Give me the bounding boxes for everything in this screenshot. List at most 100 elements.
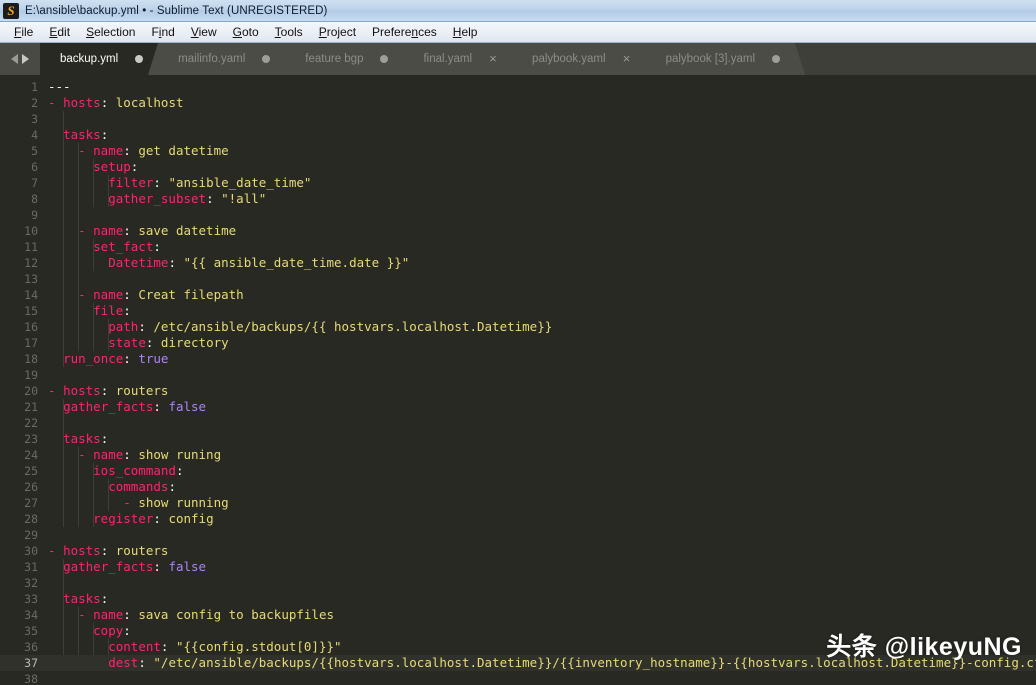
code-line-6[interactable]: 6 setup:	[0, 159, 1036, 175]
code-line-27[interactable]: 27 - show running	[0, 495, 1036, 511]
code-editor[interactable]: 1 --- 2 - hosts: localhost 3 4 tasks: 5 - name…	[0, 75, 1036, 685]
menu-item-view[interactable]: View	[183, 24, 225, 40]
chevron-right-icon[interactable]	[22, 54, 29, 64]
tab-label: final.yaml	[423, 53, 473, 65]
tab-bar: backup.yml mailinfo.yaml feature bgp final.…	[0, 43, 1036, 75]
menu-item-project[interactable]: Project	[311, 24, 364, 40]
chevron-left-icon[interactable]	[11, 54, 18, 64]
line-content: copy:	[93, 623, 131, 638]
line-number: 8	[31, 192, 38, 206]
line-content: file:	[93, 303, 131, 318]
menu-item-file[interactable]: File	[6, 24, 41, 40]
code-line-25[interactable]: 25 ios_command:	[0, 463, 1036, 479]
line-number: 24	[24, 448, 38, 462]
line-number: 37	[24, 656, 38, 670]
tab-label: palybook [3].yaml	[665, 53, 756, 65]
code-line-31[interactable]: 31 gather_facts: false	[0, 559, 1036, 575]
code-line-14[interactable]: 14 - name: Creat filepath	[0, 287, 1036, 303]
menu-item-edit[interactable]: Edit	[41, 24, 78, 40]
tab-dirty-dot-icon[interactable]	[378, 53, 390, 65]
tab-close-icon[interactable]: ×	[621, 52, 633, 65]
code-line-2[interactable]: 2 - hosts: localhost	[0, 95, 1036, 111]
tab-dirty-dot-icon[interactable]	[260, 53, 272, 65]
tab-feature-bgp[interactable]: feature bgp	[275, 43, 414, 75]
code-line-12[interactable]: 12 Datetime: "{{ ansible_date_time.date …	[0, 255, 1036, 271]
tab-backup-yml[interactable]: backup.yml	[40, 43, 169, 75]
line-number: 30	[24, 544, 38, 558]
code-line-16[interactable]: 16 path: /etc/ansible/backups/{{ hostvar…	[0, 319, 1036, 335]
line-number: 22	[24, 416, 38, 430]
code-line-17[interactable]: 17 state: directory	[0, 335, 1036, 351]
code-line-18[interactable]: 18 run_once: true	[0, 351, 1036, 367]
line-number: 26	[24, 480, 38, 494]
tab-dirty-dot-icon[interactable]	[770, 53, 782, 65]
code-line-11[interactable]: 11 set_fact:	[0, 239, 1036, 255]
code-line-22[interactable]: 22	[0, 415, 1036, 431]
line-number: 17	[24, 336, 38, 350]
sublime-text-window: E:\ansible\backup.yml • - Sublime Text (…	[0, 0, 1036, 685]
code-line-15[interactable]: 15 file:	[0, 303, 1036, 319]
line-number: 14	[24, 288, 38, 302]
line-number: 5	[31, 144, 38, 158]
code-line-37[interactable]: 37 dest: "/etc/ansible/backups/{{hostvar…	[0, 655, 1036, 671]
line-number: 10	[24, 224, 38, 238]
line-number: 32	[24, 576, 38, 590]
tab-label: palybook.yaml	[532, 53, 606, 65]
tabs-strip: backup.yml mailinfo.yaml feature bgp final.…	[40, 43, 1036, 75]
code-line-29[interactable]: 29	[0, 527, 1036, 543]
code-line-33[interactable]: 33 tasks:	[0, 591, 1036, 607]
code-line-5[interactable]: 5 - name: get datetime	[0, 143, 1036, 159]
menu-item-help[interactable]: Help	[445, 24, 486, 40]
code-line-4[interactable]: 4 tasks:	[0, 127, 1036, 143]
menu-item-find[interactable]: Find	[143, 24, 182, 40]
menu-item-selection[interactable]: Selection	[78, 24, 143, 40]
tab-palybook-yaml[interactable]: palybook.yaml ×	[502, 43, 656, 75]
code-line-8[interactable]: 8 gather_subset: "!all"	[0, 191, 1036, 207]
line-content: - hosts: routers	[48, 543, 169, 558]
line-content: - name: Creat filepath	[48, 287, 244, 302]
tab-navigation-arrows[interactable]	[0, 43, 40, 75]
code-line-34[interactable]: 34 - name: sava config to backupfiles	[0, 607, 1036, 623]
line-content: Datetime: "{{ ansible_date_time.date }}"	[108, 255, 410, 270]
menu-item-preferences[interactable]: Preferences	[364, 24, 445, 40]
line-content: - name: show runing	[48, 447, 222, 462]
code-line-35[interactable]: 35 copy:	[0, 623, 1036, 639]
line-content: - name: sava config to backupfiles	[48, 607, 334, 622]
code-line-30[interactable]: 30 - hosts: routers	[0, 543, 1036, 559]
code-line-21[interactable]: 21 gather_facts: false	[0, 399, 1036, 415]
line-content: tasks:	[63, 591, 109, 606]
code-line-3[interactable]: 3	[0, 111, 1036, 127]
code-rows: 1 --- 2 - hosts: localhost 3 4 tasks: 5 - name…	[0, 75, 1036, 685]
code-line-32[interactable]: 32	[0, 575, 1036, 591]
code-line-38[interactable]: 38	[0, 671, 1036, 685]
title-bar: E:\ansible\backup.yml • - Sublime Text (…	[0, 0, 1036, 22]
code-line-1[interactable]: 1 ---	[0, 79, 1036, 95]
code-line-23[interactable]: 23 tasks:	[0, 431, 1036, 447]
tab-final-yaml[interactable]: final.yaml ×	[393, 43, 522, 75]
line-content: set_fact:	[93, 239, 161, 254]
code-line-20[interactable]: 20 - hosts: routers	[0, 383, 1036, 399]
code-line-36[interactable]: 36 content: "{{config.stdout[0]}}"	[0, 639, 1036, 655]
window-title: E:\ansible\backup.yml • - Sublime Text (…	[25, 4, 328, 17]
menu-item-goto[interactable]: Goto	[225, 24, 267, 40]
tab-label: feature bgp	[305, 53, 364, 65]
code-line-19[interactable]: 19	[0, 367, 1036, 383]
tab-mailinfo-yaml[interactable]: mailinfo.yaml	[148, 43, 296, 75]
code-line-7[interactable]: 7 filter: "ansible_date_time"	[0, 175, 1036, 191]
tab-palybook-3-yaml[interactable]: palybook [3].yaml	[635, 43, 805, 75]
line-content: tasks:	[63, 431, 109, 446]
code-line-13[interactable]: 13	[0, 271, 1036, 287]
menu-item-tools[interactable]: Tools	[267, 24, 311, 40]
line-number: 20	[24, 384, 38, 398]
code-line-28[interactable]: 28 register: config	[0, 511, 1036, 527]
line-content: - name: save datetime	[48, 223, 237, 238]
tab-dirty-dot-icon[interactable]	[133, 53, 145, 65]
code-line-26[interactable]: 26 commands:	[0, 479, 1036, 495]
tab-close-icon[interactable]: ×	[487, 52, 499, 65]
line-content: - hosts: localhost	[48, 95, 184, 110]
line-number: 2	[31, 96, 38, 110]
code-line-10[interactable]: 10 - name: save datetime	[0, 223, 1036, 239]
code-line-24[interactable]: 24 - name: show runing	[0, 447, 1036, 463]
code-line-9[interactable]: 9	[0, 207, 1036, 223]
line-number: 11	[24, 240, 38, 254]
